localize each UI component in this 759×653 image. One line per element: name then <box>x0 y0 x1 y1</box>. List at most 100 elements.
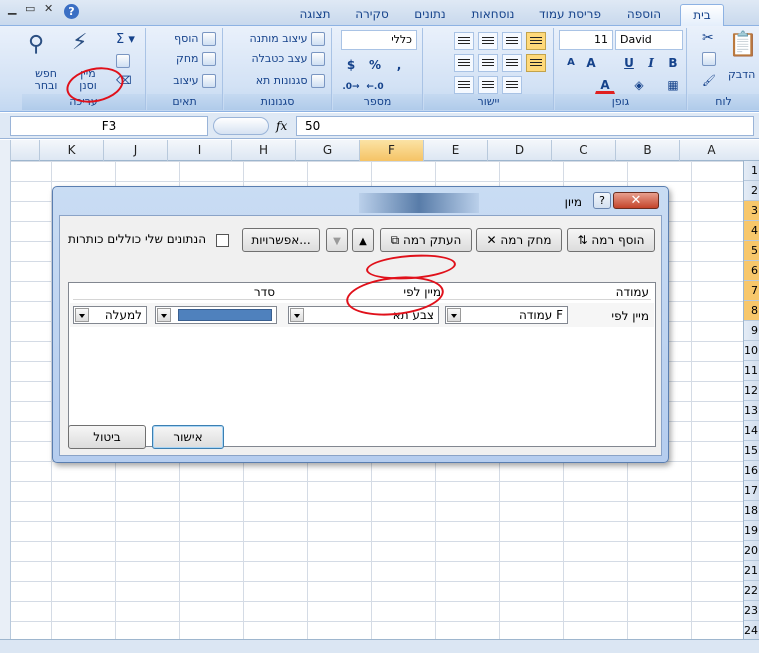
wrap-text-icon[interactable] <box>454 32 474 50</box>
conditional-formatting-button[interactable]: עיצוב מותנה <box>249 32 325 46</box>
row-header-9[interactable]: 9 <box>744 321 759 341</box>
row-header-20[interactable]: 20 <box>744 541 759 561</box>
paste-icon[interactable]: 📋 <box>728 30 758 58</box>
row-header-12[interactable]: 12 <box>744 381 759 401</box>
row-header-5[interactable]: 5 <box>744 241 759 261</box>
align-right-icon[interactable] <box>526 54 546 72</box>
row-header-4[interactable]: 4 <box>744 221 759 241</box>
align-bottom-icon[interactable] <box>526 32 546 50</box>
vertical-scrollbar[interactable] <box>0 140 11 639</box>
comma-icon[interactable]: , <box>389 54 409 74</box>
restore-icon[interactable]: ▭ <box>25 2 35 15</box>
find-select-button[interactable]: חפש ובחר <box>28 68 64 92</box>
tab-view[interactable]: תצוגה <box>290 4 340 26</box>
format-as-table-button[interactable]: עצב כטבלה <box>251 52 325 66</box>
row-header-16[interactable]: 16 <box>744 461 759 481</box>
column-header-i[interactable]: I <box>167 140 231 161</box>
decrease-decimal-icon[interactable]: ←.0 <box>365 76 385 96</box>
bold-icon[interactable]: B <box>663 52 683 72</box>
delete-level-button[interactable]: ✕ מחק רמה <box>476 228 562 252</box>
column-header-h[interactable]: H <box>231 140 295 161</box>
tab-page-layout[interactable]: פריסת עמוד <box>530 4 610 26</box>
row-header-8[interactable]: 8 <box>744 301 759 321</box>
font-color-icon[interactable]: A <box>595 74 615 94</box>
has-headers-checkbox[interactable] <box>216 234 229 247</box>
move-down-button[interactable]: ▼ <box>326 228 348 252</box>
formula-bar-expand-handle[interactable] <box>213 117 269 135</box>
minimize-icon[interactable]: ▁ <box>8 2 16 15</box>
cut-icon[interactable]: ✂ <box>702 30 714 46</box>
row-header-21[interactable]: 21 <box>744 561 759 581</box>
binoculars-icon[interactable]: ⚲ <box>28 32 44 57</box>
increase-decimal-icon[interactable]: .0→ <box>341 76 361 96</box>
row-header-3[interactable]: 3 <box>744 201 759 221</box>
row-header-10[interactable]: 10 <box>744 341 759 361</box>
row-header-22[interactable]: 22 <box>744 581 759 601</box>
font-name-select[interactable]: David <box>615 30 683 50</box>
fill-icon[interactable] <box>116 54 130 68</box>
row-header-11[interactable]: 11 <box>744 361 759 381</box>
merge-center-icon[interactable] <box>454 54 474 72</box>
add-level-button[interactable]: ⇅ הוסף רמה <box>567 228 655 252</box>
ok-button[interactable]: אישור <box>152 425 224 449</box>
row-header-2[interactable]: 2 <box>744 181 759 201</box>
column-header-b[interactable]: B <box>615 140 679 161</box>
align-middle-icon[interactable] <box>502 32 522 50</box>
column-header-j[interactable]: J <box>103 140 167 161</box>
outdent-icon[interactable] <box>502 76 522 94</box>
row-header-19[interactable]: 19 <box>744 521 759 541</box>
font-size-select[interactable]: 11 <box>559 30 613 50</box>
tab-review[interactable]: סקירה <box>345 4 399 26</box>
sort-filter-icon[interactable]: ⚡ <box>72 30 87 55</box>
name-box[interactable]: F3 <box>10 116 208 136</box>
close-icon[interactable]: ✕ <box>44 2 53 15</box>
align-left-icon[interactable] <box>478 54 498 72</box>
column-header-d[interactable]: D <box>487 140 551 161</box>
formula-input[interactable]: 50 <box>296 116 754 136</box>
format-painter-icon[interactable]: 🖌 <box>702 74 716 87</box>
paste-button[interactable]: הדבק <box>728 68 755 81</box>
column-header-a[interactable]: A <box>679 140 743 161</box>
cell-styles-button[interactable]: סגנונות תא <box>256 74 325 88</box>
italic-icon[interactable]: I <box>641 52 661 72</box>
copy-icon[interactable] <box>702 52 716 66</box>
order-color-select[interactable] <box>155 306 277 324</box>
dialog-close-button[interactable]: ✕ <box>613 192 659 209</box>
autosum-icon[interactable]: Σ ▾ <box>116 32 135 47</box>
grow-font-icon[interactable]: A <box>581 52 601 72</box>
tab-home[interactable]: בית <box>680 4 724 26</box>
row-header-15[interactable]: 15 <box>744 441 759 461</box>
sheet-tab-bar[interactable] <box>0 639 759 653</box>
column-header-k[interactable]: K <box>39 140 103 161</box>
row-header-24[interactable]: 24 <box>744 621 759 639</box>
column-select[interactable]: עמודה F <box>445 306 568 324</box>
row-header-13[interactable]: 13 <box>744 401 759 421</box>
fill-color-icon[interactable]: ◈ <box>629 74 649 94</box>
column-header-g[interactable]: G <box>295 140 359 161</box>
row-header-7[interactable]: 7 <box>744 281 759 301</box>
row-header-23[interactable]: 23 <box>744 601 759 621</box>
tab-insert[interactable]: הוספה <box>614 4 674 26</box>
options-button[interactable]: אפשרויות... <box>242 228 320 252</box>
underline-icon[interactable]: U <box>619 52 639 72</box>
format-cells-button[interactable]: עיצוב <box>173 74 216 88</box>
column-header-f[interactable]: F <box>359 140 423 161</box>
insert-cells-button[interactable]: הוסף <box>174 32 216 46</box>
row-header-1[interactable]: 1 <box>744 161 759 181</box>
align-center-icon[interactable] <box>502 54 522 72</box>
insert-function-button[interactable]: fx <box>276 119 287 133</box>
number-format-select[interactable]: כללי <box>341 30 417 50</box>
order-position-select[interactable]: למעלה <box>73 306 147 324</box>
shrink-font-icon[interactable]: A <box>561 52 581 72</box>
orientation-icon[interactable] <box>454 76 474 94</box>
percent-button[interactable]: % <box>365 54 385 74</box>
row-header-17[interactable]: 17 <box>744 481 759 501</box>
column-header-e[interactable]: E <box>423 140 487 161</box>
align-top-icon[interactable] <box>478 32 498 50</box>
row-header-6[interactable]: 6 <box>744 261 759 281</box>
row-header-14[interactable]: 14 <box>744 421 759 441</box>
move-up-button[interactable]: ▲ <box>352 228 374 252</box>
tab-formulas[interactable]: נוסחאות <box>460 4 526 26</box>
copy-level-button[interactable]: ⧉ העתק רמה <box>380 228 472 252</box>
cancel-button[interactable]: ביטול <box>68 425 146 449</box>
